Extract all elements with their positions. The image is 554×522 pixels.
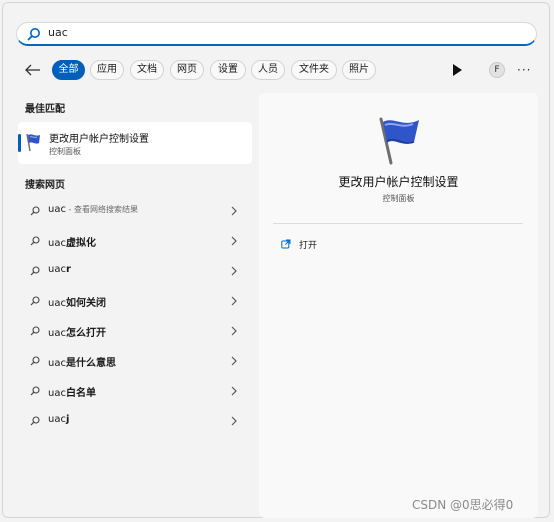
- more-options-icon[interactable]: ···: [517, 63, 531, 77]
- search-icon: [30, 236, 40, 246]
- watermark: CSDN @0思必得0: [412, 498, 514, 512]
- web-suggestion-row[interactable]: uac - 查看网络搜索结果: [18, 198, 252, 224]
- search-icon: [30, 266, 40, 276]
- filter-tab-folders[interactable]: 文件夹: [291, 60, 337, 80]
- search-icon: [30, 326, 40, 336]
- chevron-right-icon: [231, 266, 237, 276]
- best-match-heading: 最佳匹配: [25, 104, 65, 115]
- filter-tab-people[interactable]: 人员: [251, 60, 285, 80]
- back-arrow-icon[interactable]: [24, 62, 42, 78]
- suggestion-label: uac怎么打开: [48, 328, 106, 339]
- best-match-item[interactable]: 更改用户帐户控制设置 控制面板: [18, 122, 252, 164]
- web-suggestion-row[interactable]: uac如何关闭: [18, 288, 252, 314]
- detail-pane: 更改用户帐户控制设置 控制面板 打开: [259, 93, 538, 518]
- search-box[interactable]: uac: [16, 22, 537, 46]
- suggestion-label: uacr: [48, 264, 71, 275]
- play-icon[interactable]: [452, 64, 462, 76]
- search-icon: [30, 386, 40, 396]
- search-icon: [27, 28, 40, 41]
- open-external-icon[interactable]: [281, 239, 291, 249]
- chevron-right-icon: [231, 386, 237, 396]
- detail-subtitle: 控制面板: [382, 194, 415, 203]
- web-search-heading: 搜索网页: [25, 180, 65, 191]
- suggestion-label: uac - 查看网络搜索结果: [48, 204, 138, 215]
- web-suggestion-row[interactable]: uac是什么意思: [18, 348, 252, 374]
- chevron-right-icon: [231, 326, 237, 336]
- filter-tab-photos[interactable]: 照片: [342, 60, 376, 80]
- uac-flag-icon: [26, 133, 40, 152]
- filter-tab-settings[interactable]: 设置: [210, 60, 246, 80]
- web-suggestion-row[interactable]: uacj: [18, 408, 252, 434]
- web-suggestion-row[interactable]: uacr: [18, 258, 252, 284]
- chevron-right-icon: [231, 236, 237, 246]
- suggestion-label: uac如何关闭: [48, 298, 106, 309]
- chevron-right-icon: [231, 416, 237, 426]
- search-input[interactable]: uac: [48, 26, 68, 39]
- web-suggestion-row[interactable]: uac白名单: [18, 378, 252, 404]
- selection-indicator: [18, 134, 21, 152]
- chevron-right-icon: [231, 206, 237, 216]
- best-match-title: 更改用户帐户控制设置: [49, 134, 149, 145]
- filter-tab-apps[interactable]: 应用: [90, 60, 124, 80]
- chevron-right-icon: [231, 296, 237, 306]
- web-suggestion-row[interactable]: uac虚拟化: [18, 228, 252, 254]
- search-icon: [30, 206, 40, 216]
- detail-title: 更改用户帐户控制设置: [338, 175, 459, 189]
- suggestion-label: uac白名单: [48, 388, 96, 399]
- filter-tab-documents[interactable]: 文档: [130, 60, 164, 80]
- filter-tab-web[interactable]: 网页: [170, 60, 204, 80]
- search-icon: [30, 416, 40, 426]
- open-action[interactable]: 打开: [299, 238, 317, 251]
- search-icon: [30, 296, 40, 306]
- filter-tab-all[interactable]: 全部: [52, 60, 85, 80]
- suggestion-label: uacj: [48, 414, 70, 425]
- suggestion-label: uac是什么意思: [48, 358, 116, 369]
- divider: [273, 223, 523, 224]
- best-match-subtitle: 控制面板: [49, 147, 81, 156]
- uac-flag-icon: [379, 117, 419, 165]
- search-icon: [30, 356, 40, 366]
- suggestion-label: uac虚拟化: [48, 238, 96, 249]
- account-avatar[interactable]: F: [489, 62, 505, 78]
- chevron-right-icon: [231, 356, 237, 366]
- web-suggestion-row[interactable]: uac怎么打开: [18, 318, 252, 344]
